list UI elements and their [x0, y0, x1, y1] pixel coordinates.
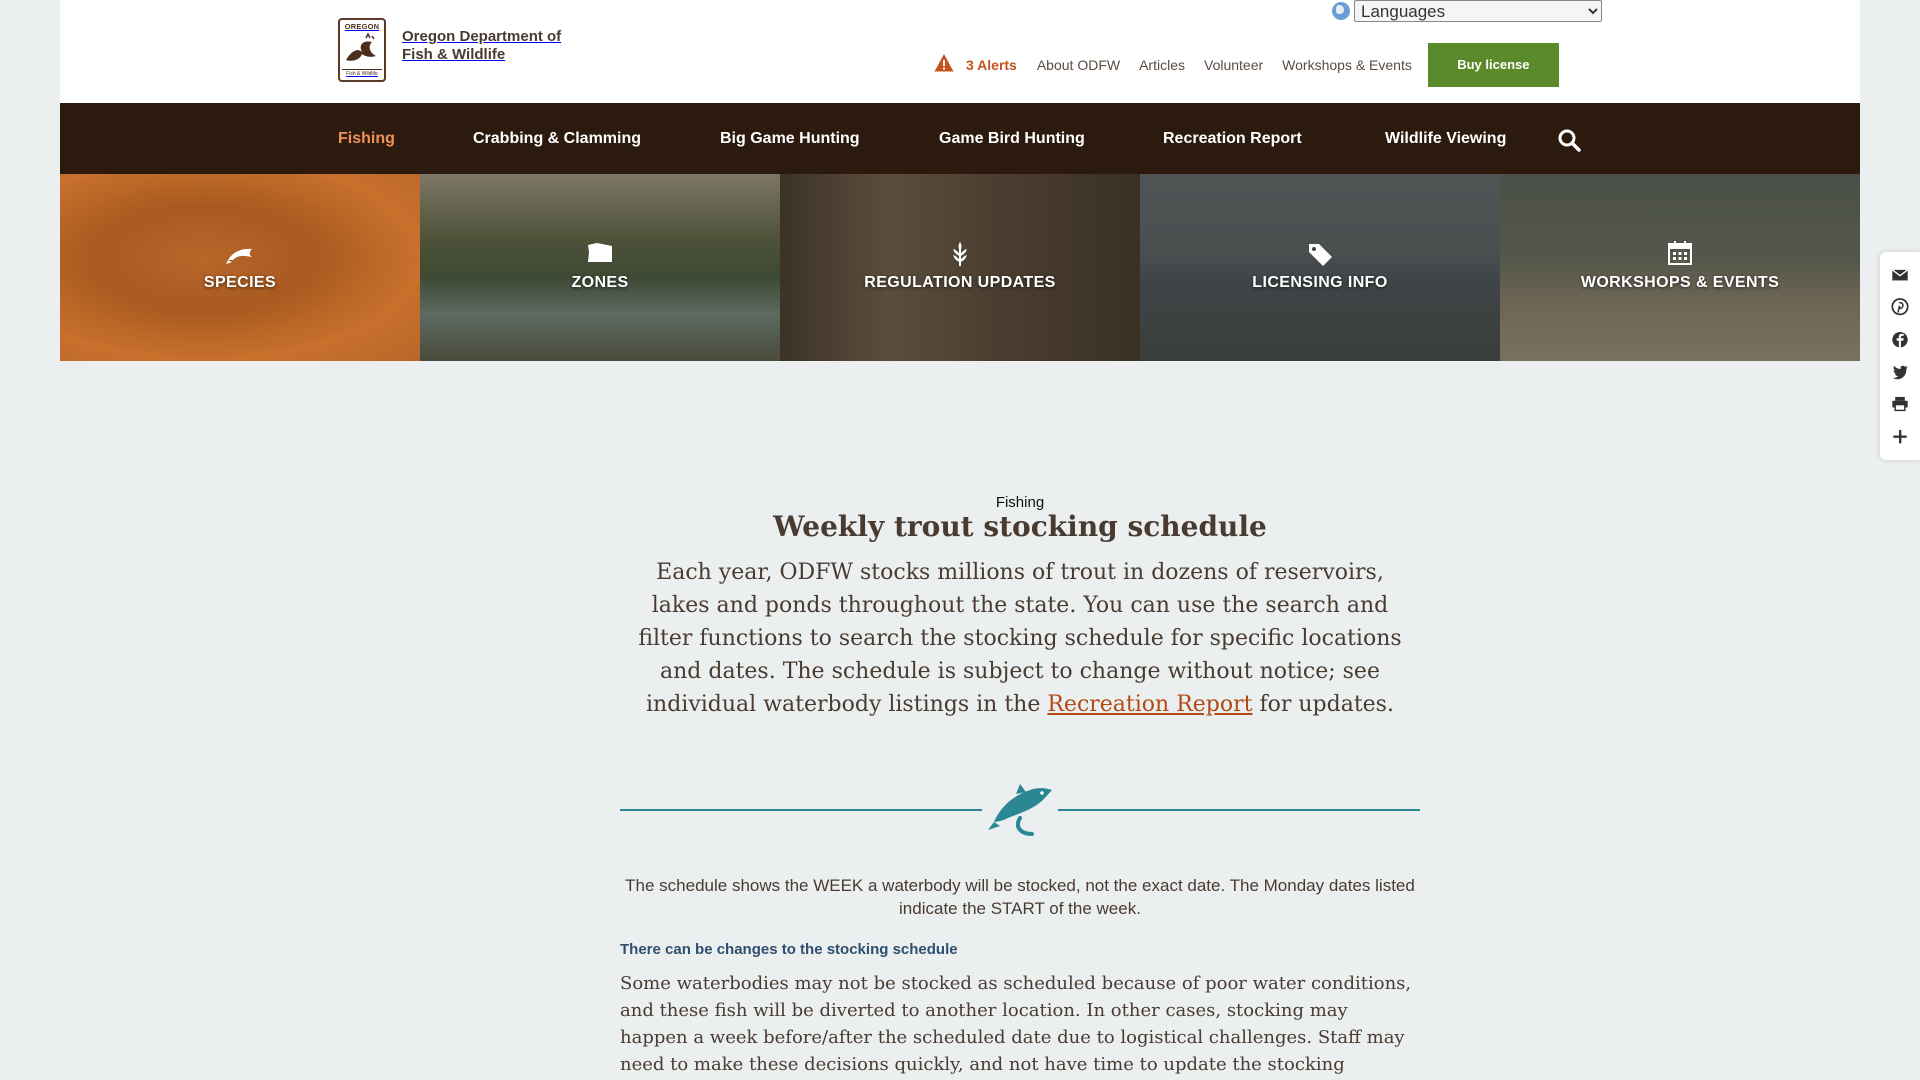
wheat-icon — [953, 241, 967, 266]
twitter-icon[interactable] — [1891, 363, 1909, 380]
divider-line-left — [620, 809, 982, 811]
utility-nav: 3 Alerts About ODFW Articles Volunteer W… — [934, 43, 1559, 87]
main-nav: Fishing Crabbing & Clamming Big Game Hun… — [60, 103, 1860, 174]
site-header: OREGON Fish & Wildlife Oregon Department… — [60, 0, 1860, 103]
tile-licensing-info[interactable]: LICENSING INFO — [1140, 174, 1500, 361]
logo-bottom-text: Fish & Wildlife — [342, 69, 382, 77]
about-odfw-link[interactable]: About ODFW — [1037, 57, 1120, 73]
intro-paragraph: Each year, ODFW stocks millions of trout… — [620, 556, 1420, 721]
volunteer-link[interactable]: Volunteer — [1204, 57, 1263, 73]
changes-paragraph: Some waterbodies may not be stocked as s… — [620, 973, 1412, 1075]
nav-item-crabbing-clamming[interactable]: Crabbing & Clamming — [473, 103, 641, 174]
tile-licensing-image — [1140, 174, 1500, 361]
articles-link[interactable]: Articles — [1139, 57, 1185, 73]
site-name: Oregon Department of Fish & Wildlife — [402, 28, 561, 64]
page-title: Weekly trout stocking schedule — [773, 510, 1267, 543]
tile-zones-label: ZONES — [571, 273, 629, 291]
alerts-link[interactable]: 3 Alerts — [966, 57, 1017, 73]
odfw-logo: OREGON Fish & Wildlife — [338, 18, 386, 82]
tile-regulation-updates[interactable]: REGULATION UPDATES — [780, 174, 1140, 361]
tile-workshops-label: WORKSHOPS & EVENTS — [1580, 273, 1780, 291]
tile-zones-image — [420, 174, 780, 361]
pinterest-icon[interactable] — [1891, 298, 1909, 316]
buy-license-button[interactable]: Buy license — [1427, 43, 1559, 87]
facebook-icon[interactable] — [1891, 331, 1909, 348]
site-name-line1: Oregon Department of — [402, 28, 562, 45]
email-icon[interactable] — [1891, 266, 1909, 283]
breadcrumb[interactable]: Fishing — [620, 494, 1420, 511]
section-divider — [620, 778, 1420, 838]
logo-emblem-icon — [343, 32, 381, 67]
globe-icon — [1332, 2, 1350, 20]
share-rail — [1880, 252, 1920, 460]
nav-item-big-game-hunting[interactable]: Big Game Hunting — [720, 103, 860, 174]
site-logo-link[interactable]: OREGON Fish & Wildlife Oregon Department… — [338, 18, 561, 82]
divider-line-right — [1058, 809, 1420, 811]
plus-icon[interactable] — [1891, 428, 1909, 445]
print-icon[interactable] — [1891, 395, 1909, 412]
fish-icon — [226, 248, 252, 264]
oregon-map-icon — [588, 242, 612, 262]
tile-regulation-image — [780, 174, 1140, 361]
tile-licensing-label: LICENSING INFO — [1252, 273, 1388, 291]
recreation-report-link[interactable]: Recreation Report — [1047, 692, 1252, 717]
changes-subheading: There can be changes to the stocking sch… — [620, 941, 958, 958]
calendar-icon — [1668, 240, 1692, 265]
tile-regulation-label: REGULATION UPDATES — [864, 273, 1056, 291]
nav-item-wildlife-viewing[interactable]: Wildlife Viewing — [1385, 103, 1506, 174]
workshops-events-link[interactable]: Workshops & Events — [1282, 57, 1412, 73]
intro-text-after: for updates. — [1252, 692, 1394, 717]
logo-top-text: OREGON — [344, 22, 380, 31]
tag-icon — [1309, 243, 1332, 266]
site-name-line2: Fish & Wildlife — [402, 46, 506, 63]
tile-species[interactable]: SPECIES — [60, 174, 420, 361]
fishing-section-tiles: SPECIES ZONES REGULATION UPDATES LICENSI… — [60, 174, 1860, 361]
tile-species-label: SPECIES — [203, 273, 277, 291]
schedule-note: The schedule shows the WEEK a waterbody … — [625, 876, 1415, 918]
nav-item-game-bird-hunting[interactable]: Game Bird Hunting — [939, 103, 1085, 174]
page-frame: OREGON Fish & Wildlife Oregon Department… — [60, 0, 1860, 1075]
search-icon[interactable] — [1557, 128, 1581, 152]
language-selector: Languages — [1332, 0, 1602, 22]
jumping-fish-icon — [988, 784, 1052, 836]
tile-species-image — [60, 174, 420, 361]
nav-item-recreation-report[interactable]: Recreation Report — [1163, 103, 1302, 174]
warning-icon — [934, 54, 954, 72]
tile-workshops-image — [1500, 174, 1860, 361]
tile-zones[interactable]: ZONES — [420, 174, 780, 361]
language-select[interactable]: Languages — [1354, 0, 1602, 22]
tile-workshops-events[interactable]: WORKSHOPS & EVENTS — [1500, 174, 1860, 361]
nav-item-fishing[interactable]: Fishing — [338, 103, 395, 174]
